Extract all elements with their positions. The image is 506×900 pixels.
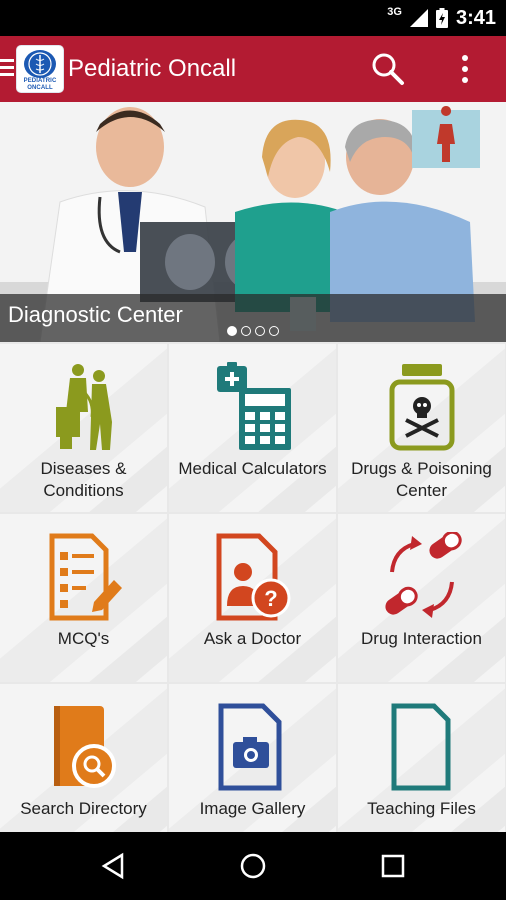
tile-label: MCQ's xyxy=(57,629,110,648)
tile-medical-calculators[interactable]: Medical Calculators xyxy=(169,344,336,512)
status-bar: 3G 3:41 xyxy=(0,0,506,36)
app-title: Pediatric Oncall xyxy=(68,55,237,82)
tile-drug-interaction[interactable]: Drug Interaction xyxy=(338,514,505,682)
tile-teaching-files[interactable]: Teaching Files xyxy=(338,684,505,832)
tile-label: Medical Calculators xyxy=(178,459,327,478)
overflow-menu-icon[interactable] xyxy=(452,52,478,86)
tile-label: Ask a Doctor xyxy=(203,629,302,648)
back-icon[interactable] xyxy=(100,852,126,880)
carousel-dot[interactable] xyxy=(241,326,251,336)
carousel-dot[interactable] xyxy=(227,326,237,336)
camera-file-icon xyxy=(218,703,281,791)
app-bar: PEDIATRIC ONCALL Pediatric Oncall xyxy=(0,36,506,102)
carousel-dot[interactable] xyxy=(255,326,265,336)
carousel-indicators xyxy=(227,326,279,336)
checklist-icon xyxy=(49,533,122,621)
battery-icon xyxy=(435,8,448,28)
tile-label: Search Directory xyxy=(20,799,147,818)
document-icon xyxy=(391,703,450,791)
tile-ask-a-doctor[interactable]: ? Ask a Doctor xyxy=(169,514,336,682)
tile-mcqs[interactable]: MCQ's xyxy=(0,514,167,682)
signal-icon xyxy=(409,9,428,27)
svg-text:?: ? xyxy=(264,586,277,611)
network-type: 3G xyxy=(387,6,402,18)
menu-icon[interactable] xyxy=(0,59,14,79)
clock: 3:41 xyxy=(455,6,496,29)
tile-diseases-conditions[interactable]: Diseases & Conditions xyxy=(0,344,167,512)
tile-label: Image Gallery xyxy=(199,799,306,818)
tile-label: Drug Interaction xyxy=(361,629,482,648)
tile-label-line2: Conditions xyxy=(43,481,124,500)
doctor-patient-icon xyxy=(55,364,112,450)
book-search-icon xyxy=(53,706,116,788)
tile-search-directory[interactable]: Search Directory xyxy=(0,684,167,832)
recents-icon[interactable] xyxy=(380,852,406,880)
banner-caption-bar: Diagnostic Center xyxy=(0,294,506,342)
poison-bottle-icon xyxy=(389,364,454,451)
tile-label-line2: Center xyxy=(395,481,448,500)
tile-drugs-poisoning[interactable]: Drugs & Poisoning Center xyxy=(338,344,505,512)
ask-doctor-icon: ? xyxy=(216,533,290,621)
calculator-icon xyxy=(216,362,291,450)
banner-carousel[interactable]: Diagnostic Center xyxy=(0,102,506,342)
pill-interaction-icon xyxy=(384,532,462,618)
feature-grid: Diseases & Conditions Medical Calculator… xyxy=(0,342,506,832)
tile-image-gallery[interactable]: Image Gallery xyxy=(169,684,336,832)
logo-text-line1: PEDIATRIC xyxy=(23,78,57,84)
banner-caption: Diagnostic Center xyxy=(8,302,183,327)
tile-label-line1: Drugs & Poisoning xyxy=(351,459,492,478)
tile-label: Teaching Files xyxy=(367,799,476,818)
tile-label-line1: Diseases & xyxy=(40,459,127,478)
home-icon[interactable] xyxy=(238,851,268,881)
logo-text-line2: ONCALL xyxy=(27,85,53,91)
carousel-dot[interactable] xyxy=(269,326,279,336)
app-logo[interactable]: PEDIATRIC ONCALL xyxy=(16,45,64,93)
system-nav-bar xyxy=(0,832,506,900)
logo-emblem-icon xyxy=(24,50,56,78)
search-icon[interactable] xyxy=(370,52,406,86)
